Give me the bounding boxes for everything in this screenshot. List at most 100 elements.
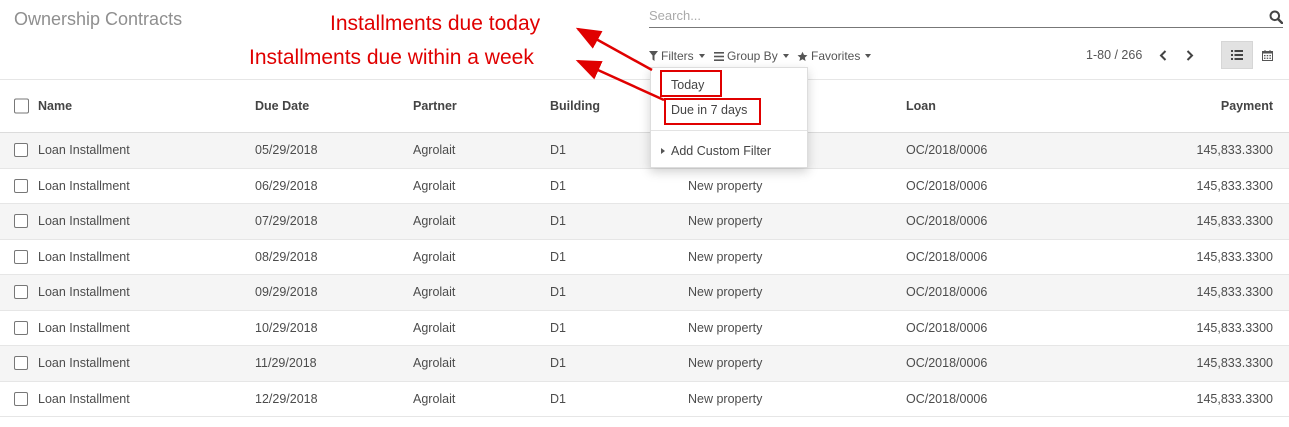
pager-previous-button[interactable]: [1154, 45, 1172, 65]
row-checkbox[interactable]: [14, 214, 28, 229]
search-input[interactable]: [649, 8, 1249, 23]
row-checkbox[interactable]: [14, 285, 28, 300]
column-header-due-date[interactable]: Due Date: [255, 99, 309, 113]
cell-name: Loan Installment: [38, 285, 130, 300]
column-header-partner[interactable]: Partner: [413, 99, 457, 113]
cell-due-date: 09/29/2018: [255, 285, 318, 300]
cell-partner: Agrolait: [413, 391, 456, 406]
cell-partner: Agrolait: [413, 320, 456, 335]
row-checkbox[interactable]: [14, 356, 28, 371]
cell-building: D1: [550, 214, 566, 229]
row-checkbox[interactable]: [14, 391, 28, 406]
calendar-view-button[interactable]: [1255, 41, 1279, 69]
cell-name: Loan Installment: [38, 356, 130, 371]
cell-partner: Agrolait: [413, 214, 456, 229]
cell-payment: 145,833.3300: [1196, 178, 1273, 193]
cell-name: Loan Installment: [38, 249, 130, 264]
list-view-icon: [1231, 50, 1243, 60]
filter-icon: [649, 51, 658, 61]
chevron-down-icon: [865, 54, 872, 58]
chevron-down-icon: [698, 54, 705, 58]
cell-partner: Agrolait: [413, 249, 456, 264]
pager-value[interactable]: 1-80 / 266: [1086, 48, 1142, 62]
table-row[interactable]: Loan Installment 12/29/2018 Agrolait D1 New …: [0, 382, 1289, 417]
cell-payment: 145,833.3300: [1196, 285, 1273, 300]
cell-building: D1: [550, 249, 566, 264]
cell-loan: OC/2018/0006: [906, 356, 988, 371]
chevron-right-icon: [1186, 49, 1194, 61]
add-custom-filter-item[interactable]: Add Custom Filter: [661, 144, 771, 158]
cell-due-date: 07/29/2018: [255, 214, 318, 229]
add-custom-filter-label: Add Custom Filter: [671, 144, 772, 158]
cell-building: D1: [550, 285, 566, 300]
favorites-label: Favorites: [811, 49, 861, 63]
cell-payment: 145,833.3300: [1196, 356, 1273, 371]
cell-property: New property: [688, 320, 763, 335]
search-bar: [649, 6, 1283, 28]
list-icon: [714, 51, 724, 61]
cell-due-date: 05/29/2018: [255, 143, 318, 158]
list-view-button[interactable]: [1221, 41, 1253, 69]
table-row[interactable]: Loan Installment 06/29/2018 Agrolait D1 New …: [0, 169, 1289, 204]
group-by-label: Group By: [727, 49, 778, 63]
calendar-icon: [1261, 49, 1273, 61]
cell-payment: 145,833.3300: [1196, 143, 1273, 158]
table-header: Name Due Date Partner Building Loan Paym…: [0, 79, 1289, 133]
cell-building: D1: [550, 356, 566, 371]
cell-due-date: 11/29/2018: [255, 356, 317, 371]
cell-loan: OC/2018/0006: [906, 249, 988, 264]
filters-label: Filters: [661, 49, 694, 63]
cell-loan: OC/2018/0006: [906, 391, 988, 406]
row-checkbox[interactable]: [14, 143, 28, 158]
pager-next-button[interactable]: [1181, 45, 1199, 65]
cell-name: Loan Installment: [38, 320, 130, 335]
star-icon: [797, 51, 808, 61]
filters-button[interactable]: Filters: [649, 48, 705, 64]
table-row[interactable]: Loan Installment 09/29/2018 Agrolait D1 New …: [0, 275, 1289, 311]
triangle-right-icon: [661, 148, 665, 154]
page-title: Ownership Contracts: [14, 9, 183, 29]
table-row[interactable]: Loan Installment 08/29/2018 Agrolait D1 New …: [0, 240, 1289, 275]
arrow-today: [575, 27, 653, 72]
ownership-contracts-page: Ownership Contracts Filters Group By Fav…: [0, 0, 1289, 427]
cell-loan: OC/2018/0006: [906, 285, 988, 300]
cell-payment: 145,833.3300: [1196, 214, 1273, 229]
chevron-down-icon: [782, 54, 789, 58]
group-by-button[interactable]: Group By: [714, 48, 789, 64]
table-row[interactable]: Loan Installment 10/29/2018 Agrolait D1 New …: [0, 311, 1289, 346]
annotation-week: Installments due within a week: [249, 46, 534, 69]
column-header-loan[interactable]: Loan: [906, 99, 936, 113]
row-checkbox[interactable]: [14, 178, 28, 193]
column-header-payment[interactable]: Payment: [1221, 99, 1273, 113]
row-checkbox[interactable]: [14, 320, 28, 335]
search-icon[interactable]: [1269, 10, 1283, 24]
column-header-building[interactable]: Building: [550, 99, 600, 113]
cell-property: New property: [688, 391, 763, 406]
cell-property: New property: [688, 356, 763, 371]
cell-name: Loan Installment: [38, 143, 130, 158]
cell-due-date: 08/29/2018: [255, 249, 318, 264]
cell-building: D1: [550, 391, 566, 406]
cell-property: New property: [688, 249, 763, 264]
row-checkbox[interactable]: [14, 249, 28, 264]
cell-payment: 145,833.3300: [1196, 391, 1273, 406]
cell-payment: 145,833.3300: [1196, 249, 1273, 264]
chevron-left-icon: [1159, 49, 1167, 61]
cell-due-date: 10/29/2018: [255, 320, 318, 335]
table-row[interactable]: Loan Installment 07/29/2018 Agrolait D1 New …: [0, 204, 1289, 240]
favorites-button[interactable]: Favorites: [797, 48, 872, 64]
select-all-checkbox[interactable]: [14, 98, 29, 114]
table-body: Loan Installment 05/29/2018 Agrolait D1 OC/2…: [0, 133, 1289, 417]
cell-building: D1: [550, 320, 566, 335]
cell-payment: 145,833.3300: [1196, 320, 1273, 335]
column-header-name[interactable]: Name: [38, 99, 72, 113]
cell-building: D1: [550, 143, 566, 158]
table-row[interactable]: Loan Installment 11/29/2018 Agrolait D1 New …: [0, 346, 1289, 382]
table-row[interactable]: Loan Installment 05/29/2018 Agrolait D1 OC/2…: [0, 133, 1289, 169]
cell-loan: OC/2018/0006: [906, 178, 988, 193]
annotation-today: Installments due today: [330, 12, 541, 35]
cell-name: Loan Installment: [38, 214, 130, 229]
cell-partner: Agrolait: [413, 143, 456, 158]
today-highlight-box: [660, 70, 722, 97]
cell-loan: OC/2018/0006: [906, 143, 988, 158]
